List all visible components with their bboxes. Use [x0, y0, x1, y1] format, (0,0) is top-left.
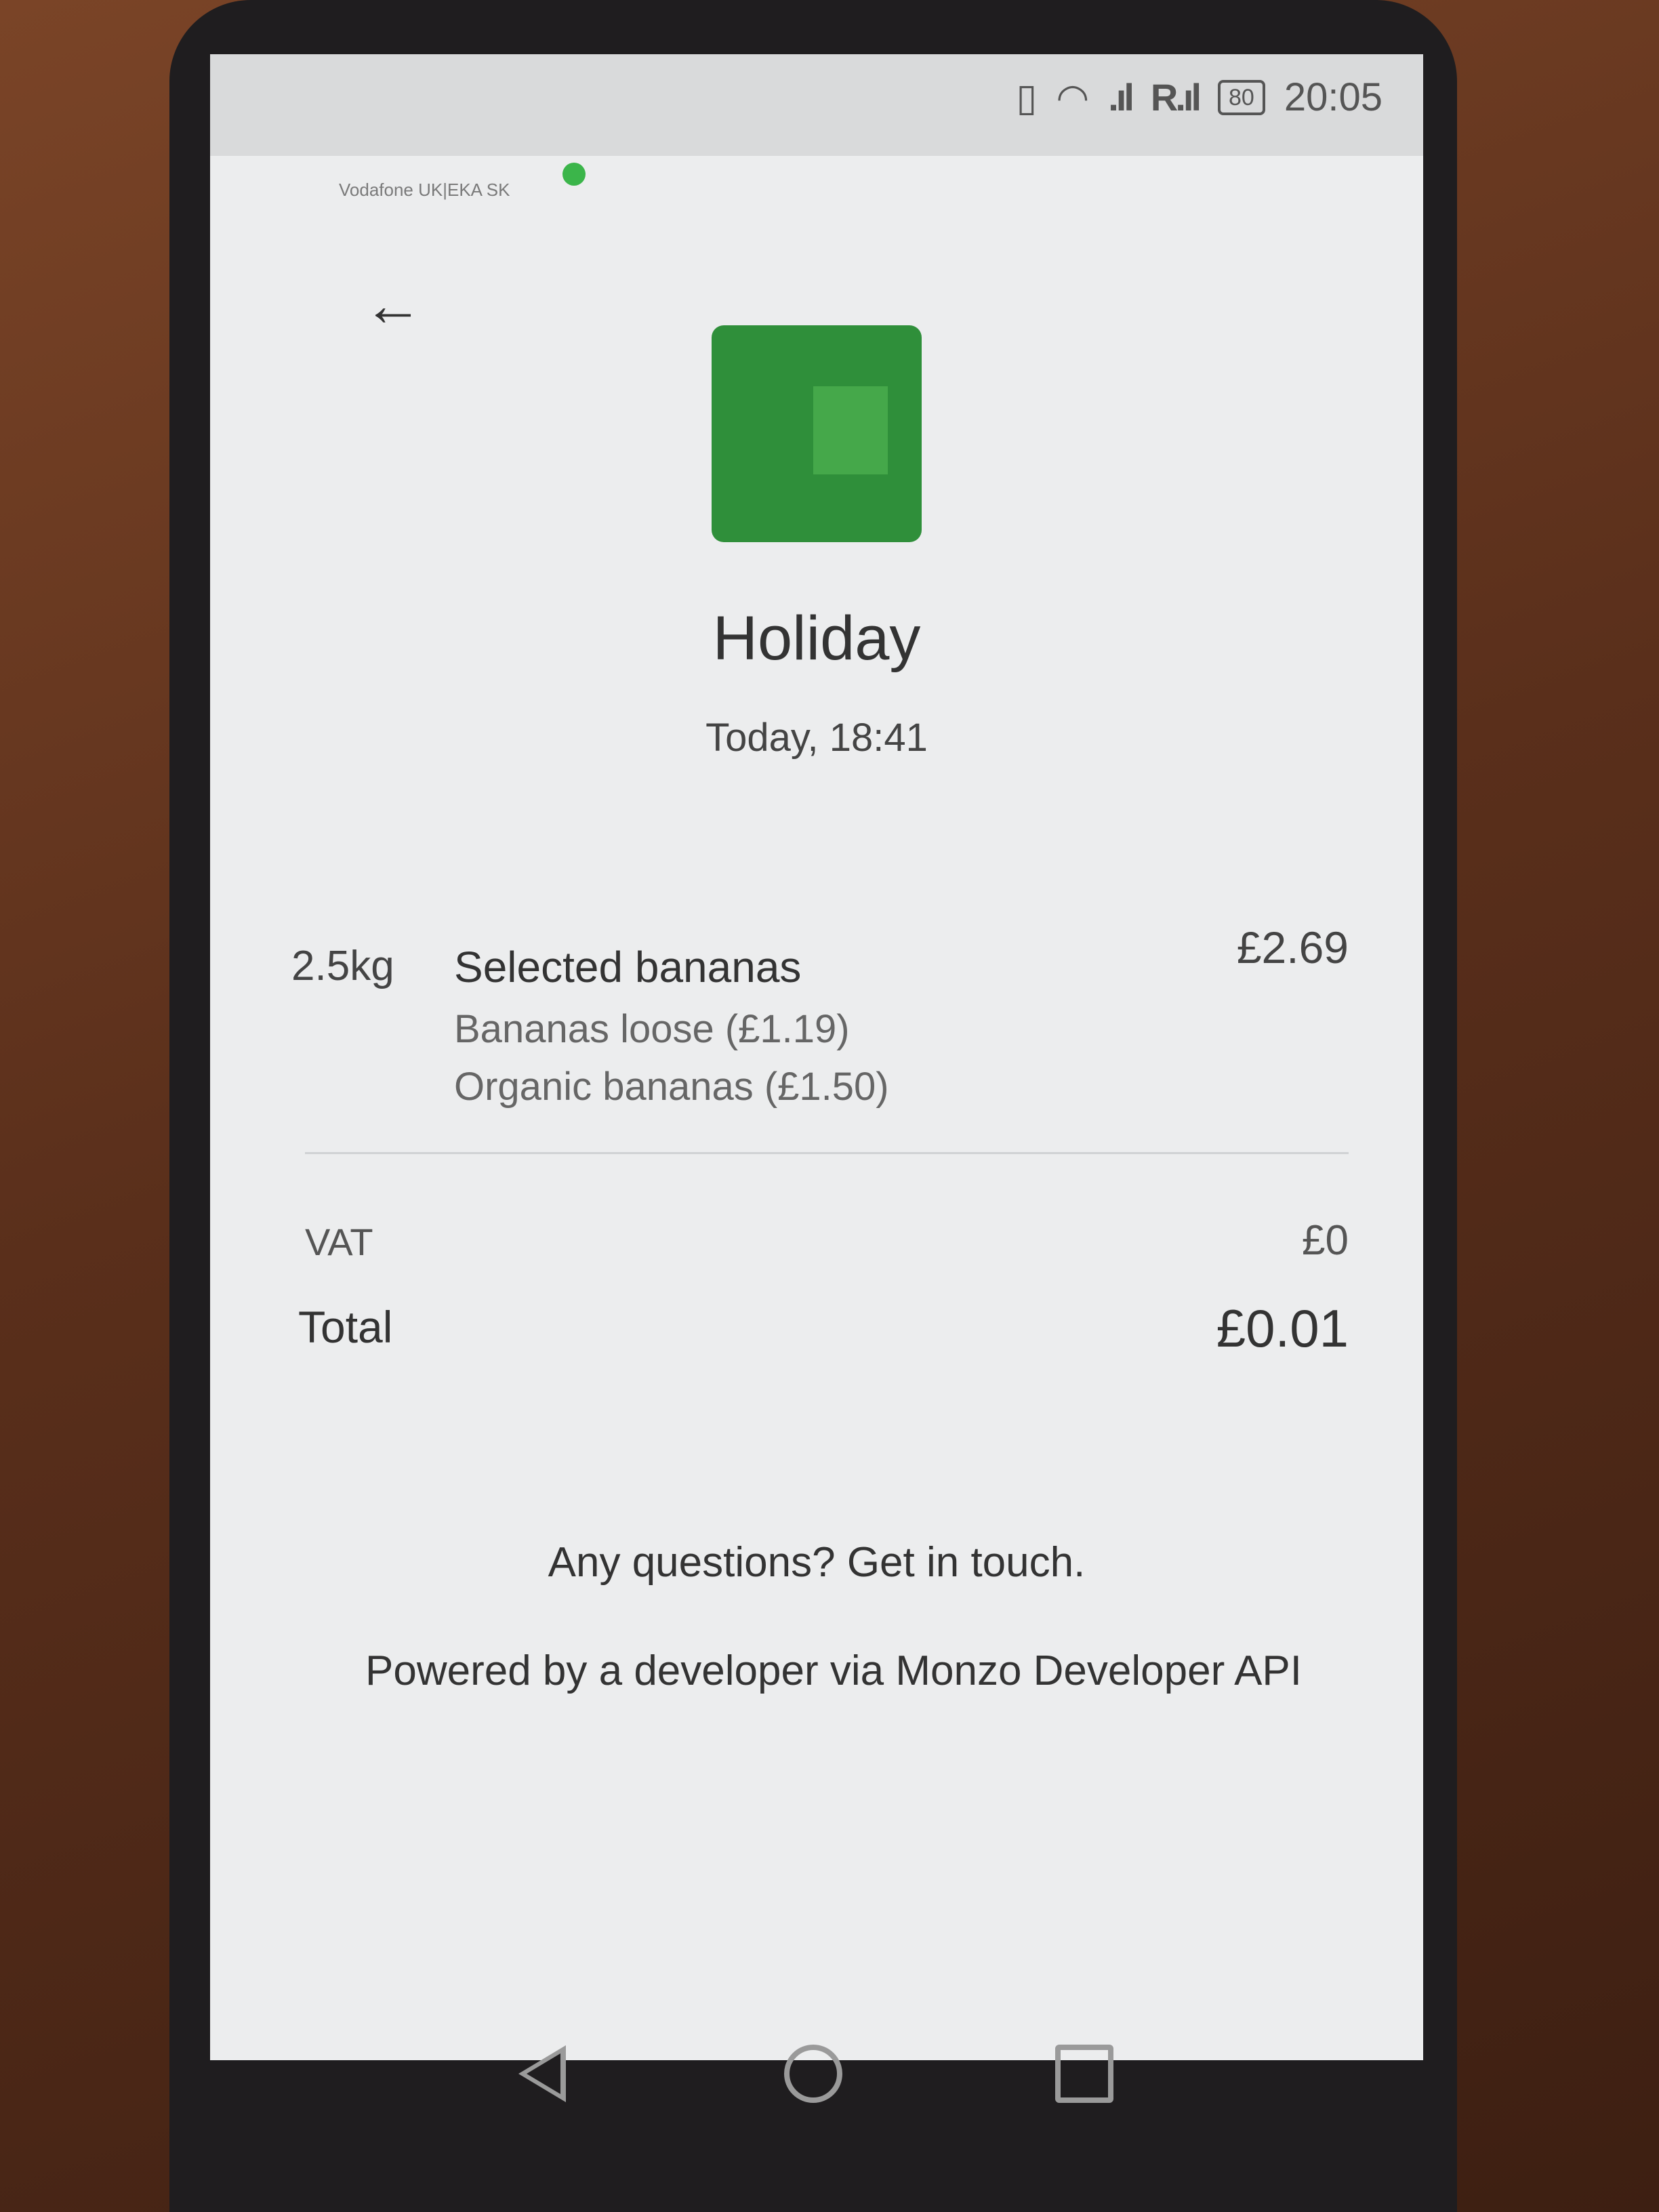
circle-home-icon	[784, 2045, 842, 2103]
logo-inner-square	[813, 386, 888, 474]
nav-home-button[interactable]	[776, 2036, 851, 2111]
battery-indicator: 80	[1218, 79, 1265, 115]
vat-label: VAT	[305, 1221, 373, 1263]
square-recents-icon	[1055, 2045, 1113, 2103]
nav-recents-button[interactable]	[1047, 2036, 1122, 2111]
notification-icon	[562, 163, 586, 186]
wifi-icon: ◠	[1056, 75, 1090, 119]
receipt-line-item: 2.5kg Selected bananas £2.69 Bananas loo…	[291, 922, 1349, 1125]
receipt-screen: ▯ ◠ .ıl R.ıl 80 20:05 Vodafone UK|EKA SK…	[210, 54, 1423, 2060]
sub-item: Bananas loose (£1.19)	[454, 1007, 850, 1051]
divider	[305, 1152, 1349, 1154]
status-bar: ▯ ◠ .ıl R.ıl 80 20:05	[210, 54, 1423, 156]
item-name: Selected bananas	[454, 943, 802, 991]
signal-icon: .ıl	[1108, 76, 1134, 119]
status-icons: ▯ ◠ .ıl R.ıl 80 20:05	[1017, 75, 1383, 120]
nav-back-button[interactable]	[505, 2036, 579, 2111]
signal-roaming-icon: R.ıl	[1150, 76, 1202, 119]
item-price: £2.69	[1236, 922, 1349, 972]
powered-by-text: Powered by a developer via Monzo Develop…	[365, 1647, 1302, 1694]
item-quantity: 2.5kg	[291, 943, 394, 989]
merchant-logo-icon	[712, 325, 922, 542]
total-value: £0.01	[1216, 1298, 1349, 1358]
sub-item: Organic bananas (£1.50)	[454, 1065, 889, 1109]
transaction-time: Today, 18:41	[705, 716, 928, 760]
back-arrow-icon[interactable]: ←	[359, 271, 427, 339]
triangle-back-icon	[518, 2045, 566, 2102]
vat-value: £0	[1302, 1217, 1349, 1264]
total-label: Total	[298, 1302, 393, 1352]
merchant-name: Holiday	[712, 604, 921, 673]
navigation-bar	[407, 2006, 1220, 2142]
status-clock: 20:05	[1284, 75, 1382, 119]
vibrate-icon: ▯	[1016, 75, 1038, 119]
carrier-label: Vodafone UK|EKA SK	[339, 180, 510, 200]
contact-link[interactable]: Any questions? Get in touch.	[210, 1538, 1423, 1586]
